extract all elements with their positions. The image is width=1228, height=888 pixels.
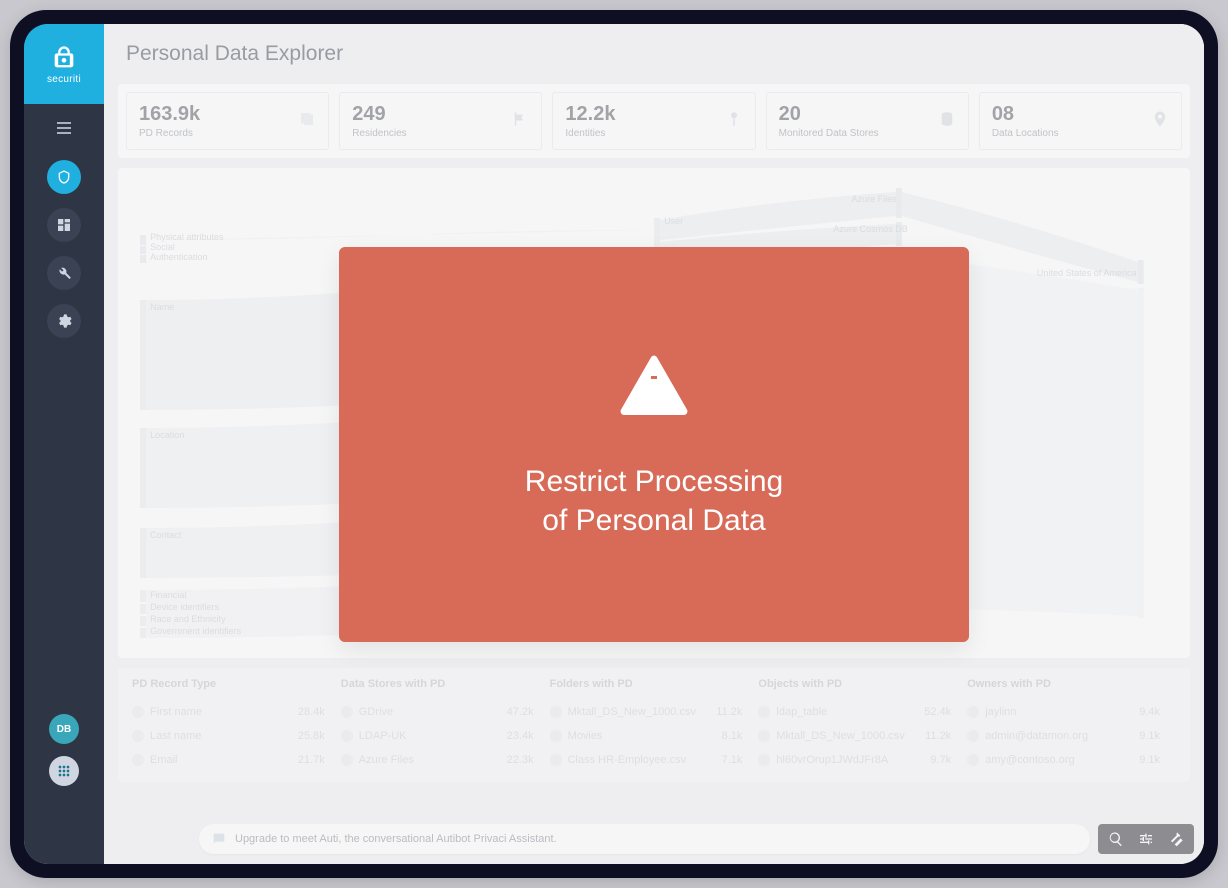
nav-explorer-button[interactable] [47, 160, 81, 194]
col-header[interactable]: Objects with PD [758, 678, 917, 690]
col-header[interactable]: PD Record Type [132, 678, 291, 690]
svg-text:Azure Cosmos DB: Azure Cosmos DB [833, 224, 907, 234]
stats-row: 163.9k PD Records 249 Residencies 12.2k Ide… [118, 84, 1190, 158]
stat-card-residencies[interactable]: 249 Residencies [339, 92, 542, 150]
svg-text:Physical attributes: Physical attributes [150, 232, 224, 242]
menu-toggle-button[interactable] [24, 110, 104, 146]
cloud-icon [341, 706, 353, 718]
svg-text:Azure Files: Azure Files [852, 194, 898, 204]
svg-text:Device identifiers: Device identifiers [150, 602, 219, 612]
app-screen: securiti DB [24, 24, 1204, 864]
auti-upgrade-bubble[interactable]: Upgrade to meet Auti, the conversational… [199, 824, 1090, 854]
svg-text:Name: Name [150, 302, 174, 312]
stat-card-locations[interactable]: 08 Data Locations [979, 92, 1182, 150]
sliders-icon[interactable] [1138, 831, 1154, 847]
hammer-icon[interactable] [1168, 831, 1184, 847]
footer-tools [1098, 824, 1194, 854]
owner-icon [967, 730, 979, 742]
svg-text:User: User [664, 216, 683, 226]
hamburger-icon [57, 122, 71, 134]
nav-tools-button[interactable] [47, 256, 81, 290]
page-header: Personal Data Explorer [104, 24, 1204, 84]
svg-text:Location: Location [150, 430, 184, 440]
svg-text:Contact: Contact [150, 530, 182, 540]
sidebar-footer: DB [24, 714, 104, 786]
nav-dashboard-button[interactable] [47, 208, 81, 242]
folder-icon [550, 706, 562, 718]
nav-icon-group [47, 160, 81, 338]
owner-icon [967, 706, 979, 718]
col-header[interactable]: Folders with PD [550, 678, 709, 690]
records-icon [298, 110, 316, 133]
flag-icon [511, 110, 529, 133]
object-icon [758, 730, 770, 742]
identity-icon [725, 110, 743, 133]
stat-label: Monitored Data Stores [779, 128, 879, 139]
stat-label: Data Locations [992, 128, 1059, 139]
brand-name: securiti [47, 74, 81, 85]
main-area: Personal Data Explorer 163.9k PD Records … [104, 24, 1204, 864]
stat-value: 163.9k [139, 103, 200, 126]
page-title: Personal Data Explorer [126, 42, 343, 66]
sidebar: securiti DB [24, 24, 104, 864]
search-icon[interactable] [1108, 831, 1124, 847]
database-icon [938, 110, 956, 133]
stat-value: 08 [992, 103, 1059, 126]
dashboard-icon [56, 217, 72, 233]
stat-value: 249 [352, 103, 406, 126]
col-header[interactable]: Owners with PD [967, 678, 1126, 690]
table-row[interactable]: First name28.4k GDrive47.2k Mktall_DS_Ne… [132, 700, 1176, 724]
table-header: PD Record Type Data Stores with PD Folde… [132, 678, 1176, 700]
stat-card-identities[interactable]: 12.2k Identities [552, 92, 755, 150]
securiti-logo-icon [50, 44, 78, 72]
user-avatar[interactable]: DB [49, 714, 79, 744]
tag-icon [132, 754, 144, 766]
wrench-icon [56, 265, 72, 281]
owner-icon [967, 754, 979, 766]
stat-value: 20 [779, 103, 879, 126]
modal-line-2: of Personal Data [542, 501, 765, 540]
footer-bar: Upgrade to meet Auti, the conversational… [199, 824, 1194, 854]
folder-icon [550, 730, 562, 742]
stat-card-data-stores[interactable]: 20 Monitored Data Stores [766, 92, 969, 150]
gear-icon [56, 313, 72, 329]
location-pin-icon [1151, 110, 1169, 133]
apps-button[interactable] [49, 756, 79, 786]
chat-icon [211, 831, 227, 847]
svg-text:Financial: Financial [150, 590, 186, 600]
table-row[interactable]: Email21.7k Azure Files22.3k Class HR-Emp… [132, 748, 1176, 772]
stat-label: Identities [565, 128, 615, 139]
restrict-processing-modal[interactable]: Restrict Processing of Personal Data [339, 247, 969, 642]
modal-line-1: Restrict Processing [525, 462, 783, 501]
tablet-frame: securiti DB [10, 10, 1218, 878]
svg-text:Authentication: Authentication [150, 252, 207, 262]
table-row[interactable]: Last name25.8k LDAP-UK23.4k Movies8.1k M… [132, 724, 1176, 748]
svg-text:Social: Social [150, 242, 175, 252]
cloud-icon [341, 754, 353, 766]
auti-text: Upgrade to meet Auti, the conversational… [235, 833, 557, 845]
svg-text:United States of America: United States of America [1037, 268, 1138, 278]
tag-icon [132, 706, 144, 718]
stat-card-pd-records[interactable]: 163.9k PD Records [126, 92, 329, 150]
folder-icon [550, 754, 562, 766]
warning-icon [618, 349, 690, 426]
explorer-icon [56, 169, 72, 185]
object-icon [758, 706, 770, 718]
stat-value: 12.2k [565, 103, 615, 126]
nav-settings-button[interactable] [47, 304, 81, 338]
stat-label: PD Records [139, 128, 200, 139]
svg-text:Government identifiers: Government identifiers [150, 626, 242, 636]
object-icon [758, 754, 770, 766]
col-header[interactable]: Data Stores with PD [341, 678, 500, 690]
stat-label: Residencies [352, 128, 406, 139]
apps-icon [56, 763, 72, 779]
cloud-icon [341, 730, 353, 742]
svg-text:Race and Ethnicity: Race and Ethnicity [150, 614, 226, 624]
tag-icon [132, 730, 144, 742]
pd-table: PD Record Type Data Stores with PD Folde… [118, 668, 1190, 782]
brand-logo[interactable]: securiti [24, 24, 104, 104]
